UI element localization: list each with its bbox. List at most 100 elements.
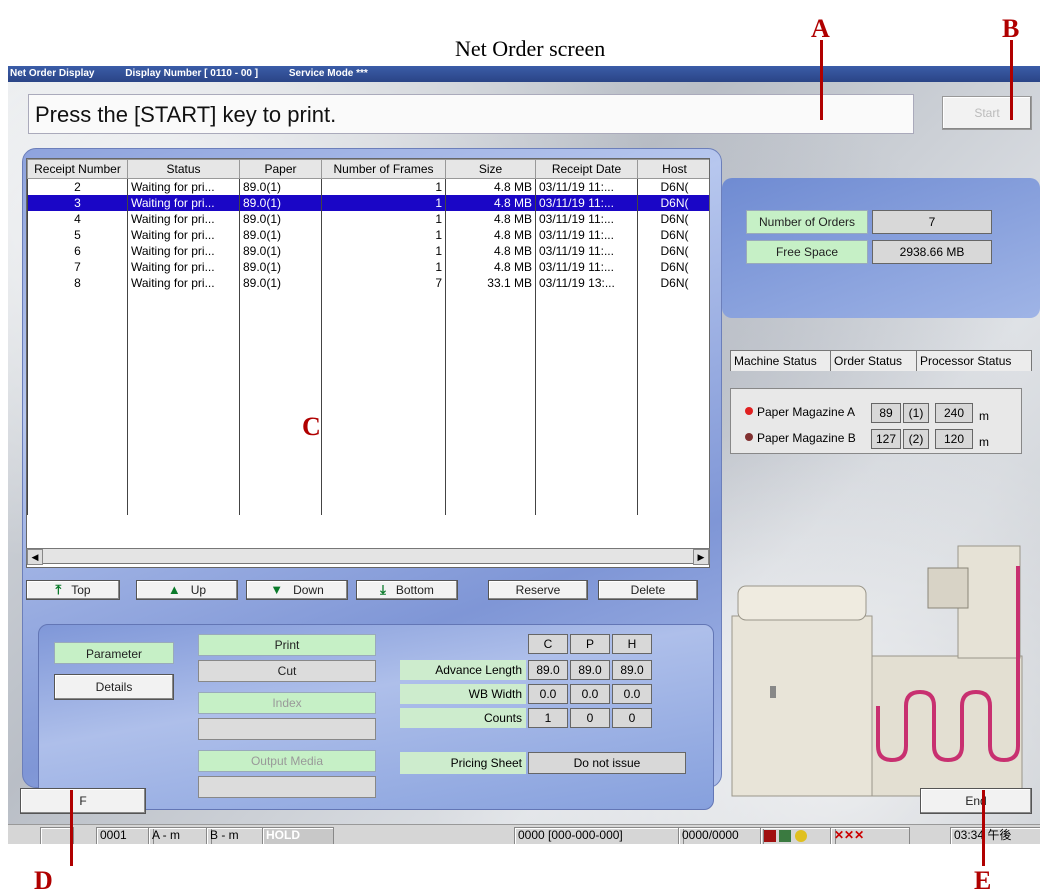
title-bar: Net Order Display Display Number [ 0110 … (8, 66, 1040, 82)
tab-machine-status[interactable]: Machine Status (730, 350, 836, 371)
table-cell: 1 (321, 195, 446, 211)
statusbar-code: 0000 [000-000-000] (514, 827, 684, 844)
column-header[interactable]: Paper (239, 159, 322, 179)
wb-width-c: 0.0 (528, 684, 568, 704)
app-title: Net Order Display (10, 68, 95, 79)
empty-row (27, 435, 709, 451)
column-header[interactable]: Number of Frames (321, 159, 446, 179)
advance-length-label: Advance Length (400, 660, 526, 680)
wb-width-h: 0.0 (612, 684, 652, 704)
status-tabs: Machine Status Order Status Processor St… (730, 350, 1032, 371)
table-cell: D6N( (637, 259, 709, 275)
bottom-label: Bottom (395, 583, 434, 597)
table-cell: Waiting for pri... (127, 227, 240, 243)
end-button[interactable]: End (920, 788, 1032, 814)
table-cell: D6N( (637, 243, 709, 259)
callout-d: D (34, 866, 53, 895)
table-row[interactable]: 7 Waiting for pri... 89.0(1) 1 4.8 MB 03/11/1… (27, 259, 709, 275)
table-cell: 89.0(1) (239, 195, 322, 211)
table-cell: Waiting for pri... (127, 178, 240, 195)
up-arrow-icon: ▲ (167, 582, 181, 597)
table-cell: 03/11/19 11:... (535, 195, 638, 211)
wb-width-p: 0.0 (570, 684, 610, 704)
up-button[interactable]: ▲ Up (136, 580, 238, 600)
table-row[interactable]: 2 Waiting for pri... 89.0(1) 1 4.8 MB 03/11/1… (27, 178, 709, 195)
table-cell: 4.8 MB (445, 243, 536, 259)
table-cell: D6N( (637, 227, 709, 243)
status-bar: 0001 A - m B - m HOLD 0000 [000-000-000]… (8, 824, 1040, 844)
table-cell: D6N( (637, 275, 709, 291)
table-row[interactable]: 5 Waiting for pri... 89.0(1) 1 4.8 MB 03/11/1… (27, 227, 709, 243)
magazine-a-length: 240 (935, 403, 973, 423)
table-cell: 2 (27, 178, 128, 195)
top-arrow-icon: ⤒ (55, 582, 62, 597)
column-header[interactable]: Status (127, 159, 240, 179)
statusbar-indicators (760, 827, 836, 844)
column-header[interactable]: Receipt Number (27, 159, 128, 179)
table-cell: 03/11/19 13:... (535, 275, 638, 291)
output-media-label: Output Media (198, 750, 376, 772)
table-cell: 1 (321, 259, 446, 275)
bottom-button[interactable]: ⤓ Bottom (356, 580, 458, 600)
table-cell: 4.8 MB (445, 195, 536, 211)
table-row[interactable]: 4 Waiting for pri... 89.0(1) 1 4.8 MB 03/11/1… (27, 211, 709, 227)
order-table[interactable]: Receipt Number Status Paper Number of Frame… (26, 158, 710, 568)
statusbar-counter: 0001 (96, 827, 154, 844)
table-cell: 89.0(1) (239, 275, 322, 291)
start-button[interactable]: Start (942, 96, 1032, 130)
table-cell: 4.8 MB (445, 211, 536, 227)
message-box: Press the [START] key to print. (28, 94, 914, 134)
orders-count-value: 7 (872, 210, 992, 234)
table-cell: Waiting for pri... (127, 275, 240, 291)
empty-row (27, 307, 709, 323)
table-cell: Waiting for pri... (127, 211, 240, 227)
net-order-screen: Net Order Display Display Number [ 0110 … (8, 66, 1040, 844)
table-row[interactable]: 3 Waiting for pri... 89.0(1) 1 4.8 MB 03/11/1… (27, 195, 709, 211)
down-label: Down (293, 583, 324, 597)
empty-row (27, 355, 709, 371)
down-button[interactable]: ▼ Down (246, 580, 348, 600)
statusbar-magazine-a: A - m (148, 827, 212, 844)
reserve-button[interactable]: Reserve (488, 580, 588, 600)
delete-button[interactable]: Delete (598, 580, 698, 600)
callout-e: E (974, 866, 992, 895)
cut-field: Cut (198, 660, 376, 682)
magazine-a-label: Paper Magazine A (757, 405, 856, 419)
magazine-b-unit: m (979, 435, 989, 449)
table-cell: 03/11/19 11:... (535, 227, 638, 243)
top-button[interactable]: ⤒ Top (26, 580, 120, 600)
empty-row (27, 467, 709, 483)
empty-row (27, 483, 709, 499)
figure-caption: Net Order screen (455, 36, 606, 61)
table-cell: D6N( (637, 178, 709, 195)
statusbar-time: 03:34 午後 (950, 827, 1040, 844)
table-cell: 5 (27, 227, 128, 243)
column-header[interactable]: Host (637, 159, 709, 179)
column-header[interactable]: Receipt Date (535, 159, 638, 179)
callout-e-line (982, 790, 985, 866)
empty-row (27, 499, 709, 515)
advance-length-p: 89.0 (570, 660, 610, 680)
scroll-left-icon[interactable]: ◀ (27, 549, 43, 565)
table-row[interactable]: 8 Waiting for pri... 89.0(1) 7 33.1 MB 03/11/… (27, 275, 709, 291)
magazine-b-indicator-icon (745, 433, 753, 441)
magazine-b-slot: (2) (903, 429, 929, 449)
advance-length-c: 89.0 (528, 660, 568, 680)
statusbar-error-marks: ✕✕✕ (830, 827, 910, 844)
pricing-sheet-label: Pricing Sheet (400, 752, 526, 774)
tab-processor-status[interactable]: Processor Status (916, 350, 1032, 371)
f-button[interactable]: F (20, 788, 146, 814)
table-cell: 89.0(1) (239, 243, 322, 259)
tab-order-status[interactable]: Order Status (830, 350, 922, 371)
table-row[interactable]: 6 Waiting for pri... 89.0(1) 1 4.8 MB 03/11/1… (27, 243, 709, 259)
table-cell: 8 (27, 275, 128, 291)
scroll-right-icon[interactable]: ▶ (693, 549, 709, 565)
counts-h: 0 (612, 708, 652, 728)
horizontal-scrollbar[interactable]: ◀ ▶ (26, 548, 710, 565)
bottom-arrow-icon: ⤓ (380, 582, 386, 597)
table-cell: D6N( (637, 211, 709, 227)
details-button[interactable]: Details (54, 674, 174, 700)
empty-row (27, 371, 709, 387)
output-media-field (198, 776, 376, 798)
column-header[interactable]: Size (445, 159, 536, 179)
